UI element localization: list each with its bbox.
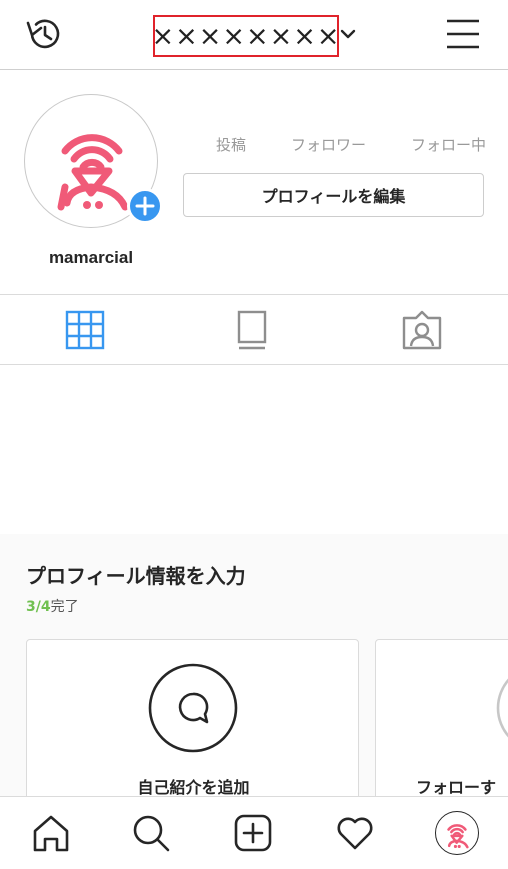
tagged-person-icon[interactable]: [402, 310, 442, 350]
username: mamarcial: [48, 248, 134, 267]
speech-bubble-icon: [148, 663, 238, 753]
completion-progress: 3/4完了: [26, 596, 79, 616]
card-label: 自己紹介を追加: [137, 778, 250, 796]
portrait-feed-icon[interactable]: [232, 310, 272, 350]
profile-avatar-icon[interactable]: [435, 811, 479, 855]
profile-stats: 投稿 フォロワー フォロー中: [196, 134, 486, 155]
search-icon[interactable]: [131, 813, 171, 853]
account-name: ××××××××: [151, 20, 341, 52]
progress-suffix: 完了: [50, 599, 79, 615]
home-icon[interactable]: [31, 813, 71, 853]
wifi-person-logo-icon: [447, 824, 469, 849]
add-bio-card[interactable]: 自己紹介を追加: [26, 639, 359, 796]
edit-profile-button[interactable]: プロフィールを編集: [183, 173, 484, 217]
find-people-card[interactable]: フォローす: [375, 639, 508, 796]
profile-tabs: [0, 296, 508, 365]
history-icon[interactable]: [24, 14, 64, 54]
bottom-navigation: [0, 796, 508, 869]
top-bar: ××××××××: [0, 0, 508, 70]
following-label[interactable]: フォロー中: [411, 134, 486, 155]
card-label: フォローす: [416, 778, 497, 796]
account-switcher[interactable]: ××××××××: [151, 15, 341, 57]
add-post-icon[interactable]: [233, 813, 273, 853]
followers-label[interactable]: フォロワー: [291, 134, 366, 155]
grid-icon[interactable]: [65, 310, 105, 350]
profile-completion-section: プロフィール情報を入力 3/4完了 自己紹介を追加 フォローす: [0, 534, 508, 796]
progress-count: 3/4: [26, 599, 51, 615]
plus-icon: [135, 196, 155, 216]
posts-area: [0, 366, 508, 534]
add-story-button[interactable]: [127, 188, 163, 224]
hamburger-menu-icon[interactable]: [446, 16, 480, 52]
profile-header: mamarcial 投稿 フォロワー フォロー中 プロフィールを編集: [0, 70, 508, 295]
posts-label[interactable]: 投稿: [216, 134, 246, 155]
chevron-down-icon[interactable]: [338, 24, 358, 44]
person-icon: [496, 678, 508, 738]
section-title: プロフィール情報を入力: [26, 564, 246, 588]
heart-icon[interactable]: [335, 813, 375, 853]
